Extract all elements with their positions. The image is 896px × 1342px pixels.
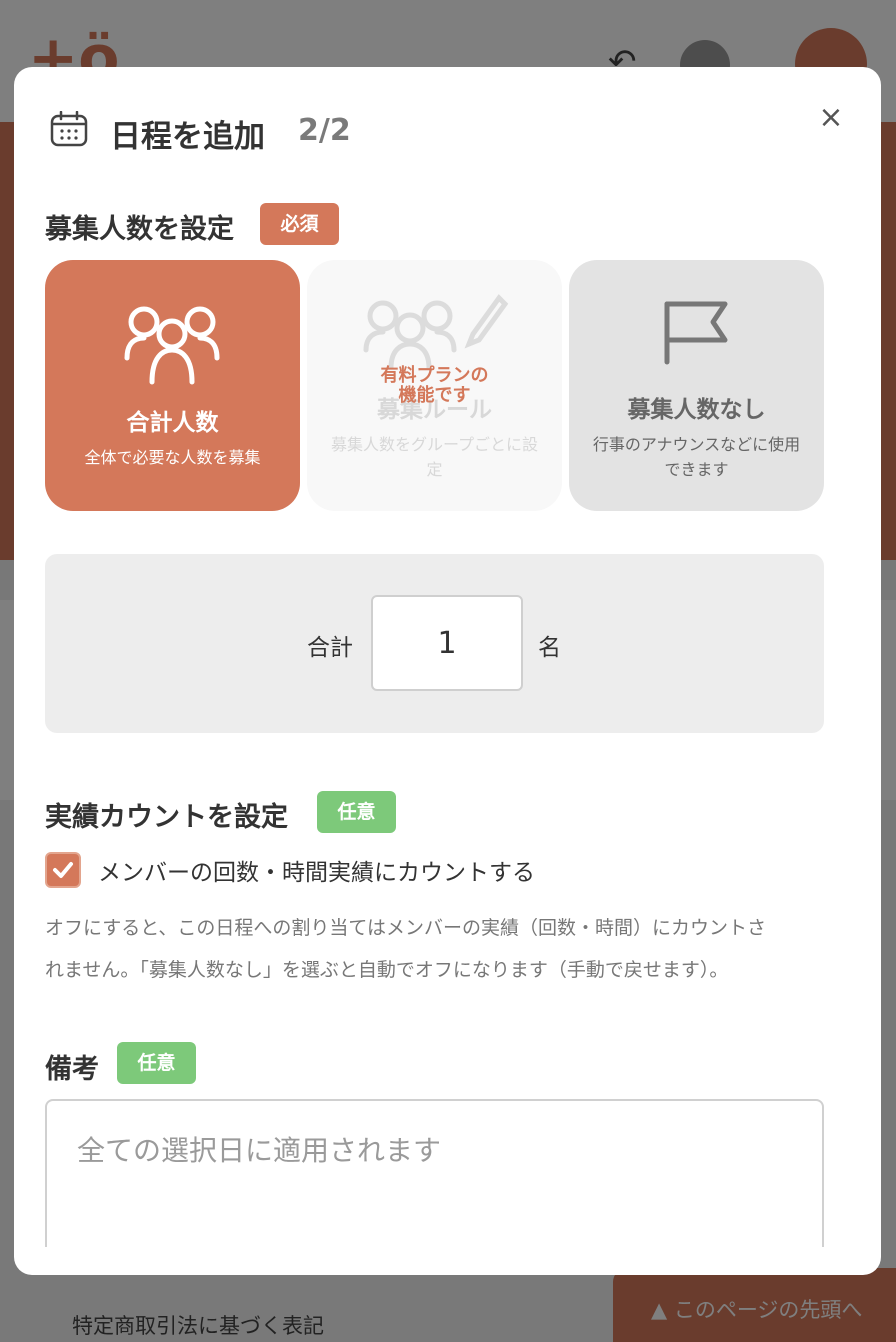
flag-icon	[664, 301, 728, 365]
group-icon	[124, 306, 220, 385]
add-schedule-modal: 日程を追加 2/2 × 募集人数を設定 必須 合計人数 全体で必要な人数を募集 …	[14, 67, 881, 1275]
paid-plan-note: 有料プランの 機能です	[307, 366, 562, 406]
count-checkbox-label[interactable]: メンバーの回数・時間実績にカウントする	[98, 853, 535, 887]
option-total-desc: 全体で必要な人数を募集	[84, 448, 261, 467]
total-suffix: 名	[538, 635, 561, 661]
note-section-title: 備考	[45, 1054, 99, 1085]
option-none-label: 募集人数なし	[627, 397, 766, 423]
option-rule-desc: 募集人数をグループごとに設定	[330, 435, 539, 479]
optional-badge-note: 任意	[117, 1042, 196, 1084]
modal-title: 日程を追加	[110, 119, 265, 155]
total-count-box: 合計 名	[45, 554, 824, 733]
note-textarea[interactable]: 全ての選択日に適用されます	[45, 1099, 824, 1247]
option-none-desc: 行事のアナウンスなどに使用できます	[592, 435, 801, 479]
check-icon	[53, 862, 73, 878]
count-help-line2: れません。「募集人数なし」を選ぶと自動でオフになります（手動で戻せます）。	[45, 959, 729, 981]
option-total-count[interactable]: 合計人数 全体で必要な人数を募集	[45, 260, 300, 511]
paid-plan-note-line1: 有料プランの	[380, 365, 489, 386]
calendar-icon	[50, 111, 88, 147]
count-checkbox[interactable]	[45, 852, 81, 888]
option-total-label: 合計人数	[126, 410, 219, 436]
modal-step-indicator: 2/2	[298, 113, 351, 148]
count-help-line1: オフにすると、この日程への割り当てはメンバーの実績（回数・時間）にカウントさ	[45, 917, 767, 939]
optional-badge: 任意	[317, 791, 396, 833]
option-no-count[interactable]: 募集人数なし 行事のアナウンスなどに使用できます	[569, 260, 824, 511]
count-help-text: オフにすると、この日程への割り当てはメンバーの実績（回数・時間）にカウントさ れ…	[45, 907, 825, 991]
close-button[interactable]: ×	[814, 101, 848, 135]
count-section-title: 実績カウントを設定	[45, 802, 288, 833]
paid-plan-note-line2: 機能です	[398, 385, 471, 406]
recruit-section-title: 募集人数を設定	[45, 214, 234, 245]
required-badge: 必須	[260, 203, 339, 245]
option-recruit-rule: 募集ルール 募集人数をグループごとに設定 有料プランの 機能です	[307, 260, 562, 511]
total-count-input[interactable]	[371, 595, 523, 691]
group-edit-icon	[363, 294, 509, 368]
total-prefix: 合計	[307, 635, 353, 661]
